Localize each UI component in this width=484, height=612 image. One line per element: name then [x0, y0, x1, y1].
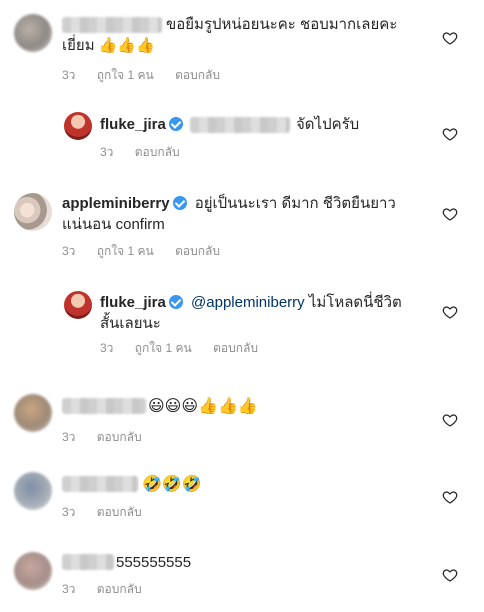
comment-meta: 3ว ตอบกลับ	[62, 428, 160, 447]
comment-text: 555555555	[116, 554, 192, 571]
avatar[interactable]	[14, 14, 52, 52]
timestamp: 3ว	[62, 68, 76, 82]
comment-text: เยี่ยม 👍👍👍	[62, 37, 155, 54]
timestamp: 3ว	[62, 505, 76, 519]
timestamp: 3ว	[100, 341, 114, 355]
reply-button[interactable]: ตอบกลับ	[213, 341, 258, 355]
comment-text: ขอยืมรูปหน่อยนะคะ ชอบมากเลยคะ	[166, 16, 398, 33]
comment-text: แน่นอน confirm	[62, 216, 165, 233]
comment-meta: 3ว ตอบกลับ	[62, 580, 160, 599]
likes-count[interactable]: ถูกใจ 1 คน	[97, 68, 154, 82]
timestamp: 3ว	[100, 145, 114, 159]
heart-icon[interactable]	[442, 567, 458, 583]
reply-button[interactable]: ตอบกลับ	[135, 145, 180, 159]
avatar[interactable]	[14, 394, 52, 432]
heart-icon[interactable]	[442, 304, 458, 320]
heart-icon[interactable]	[442, 489, 458, 505]
timestamp: 3ว	[62, 430, 76, 444]
avatar[interactable]	[64, 291, 92, 319]
heart-icon[interactable]	[442, 30, 458, 46]
username[interactable]: appleminiberry	[62, 195, 170, 212]
blurred-username	[62, 398, 146, 414]
heart-icon[interactable]	[442, 412, 458, 428]
comment-text: 😃😃😃👍👍👍	[148, 398, 258, 415]
blurred-username	[62, 476, 138, 492]
username[interactable]: fluke_jira	[100, 294, 166, 311]
comment-text: 🤣🤣🤣	[142, 476, 202, 493]
blurred-username	[62, 17, 162, 33]
reply-button[interactable]: ตอบกลับ	[97, 582, 142, 596]
timestamp: 3ว	[62, 244, 76, 258]
heart-icon[interactable]	[442, 206, 458, 222]
mention-link[interactable]: @appleminiberry	[191, 294, 305, 311]
blurred-text	[190, 117, 290, 133]
comment-text: ไม่โหลดนี่ชีวิต	[308, 294, 402, 311]
comment-meta: 3ว ถูกใจ 1 คน ตอบกลับ	[62, 242, 238, 261]
avatar[interactable]	[14, 552, 52, 590]
comment-meta: 3ว ตอบกลับ	[62, 503, 160, 522]
username[interactable]: fluke_jira	[100, 116, 166, 133]
comment-text: อยู่เป็นนะเรา ดีมาก ชีวิตยืนยาว	[194, 195, 396, 212]
comment-text: สั้นเลยนะ	[100, 315, 161, 332]
avatar[interactable]	[14, 193, 52, 231]
comment-text: จัดไปครับ	[296, 116, 360, 133]
heart-icon[interactable]	[442, 126, 458, 142]
likes-count[interactable]: ถูกใจ 1 คน	[135, 341, 192, 355]
reply-button[interactable]: ตอบกลับ	[175, 68, 220, 82]
comment-meta: 3ว ถูกใจ 1 คน ตอบกลับ	[62, 66, 238, 85]
avatar[interactable]	[64, 112, 92, 140]
reply-button[interactable]: ตอบกลับ	[97, 430, 142, 444]
comment-meta: 3ว ถูกใจ 1 คน ตอบกลับ	[100, 339, 276, 358]
timestamp: 3ว	[62, 582, 76, 596]
comment-meta: 3ว ตอบกลับ	[100, 143, 198, 162]
reply-button[interactable]: ตอบกลับ	[97, 505, 142, 519]
verified-badge-icon	[172, 196, 187, 210]
blurred-username	[62, 554, 114, 570]
verified-badge-icon	[168, 117, 183, 131]
likes-count[interactable]: ถูกใจ 1 คน	[97, 244, 154, 258]
reply-button[interactable]: ตอบกลับ	[175, 244, 220, 258]
avatar[interactable]	[14, 472, 52, 510]
verified-badge-icon	[168, 295, 183, 309]
